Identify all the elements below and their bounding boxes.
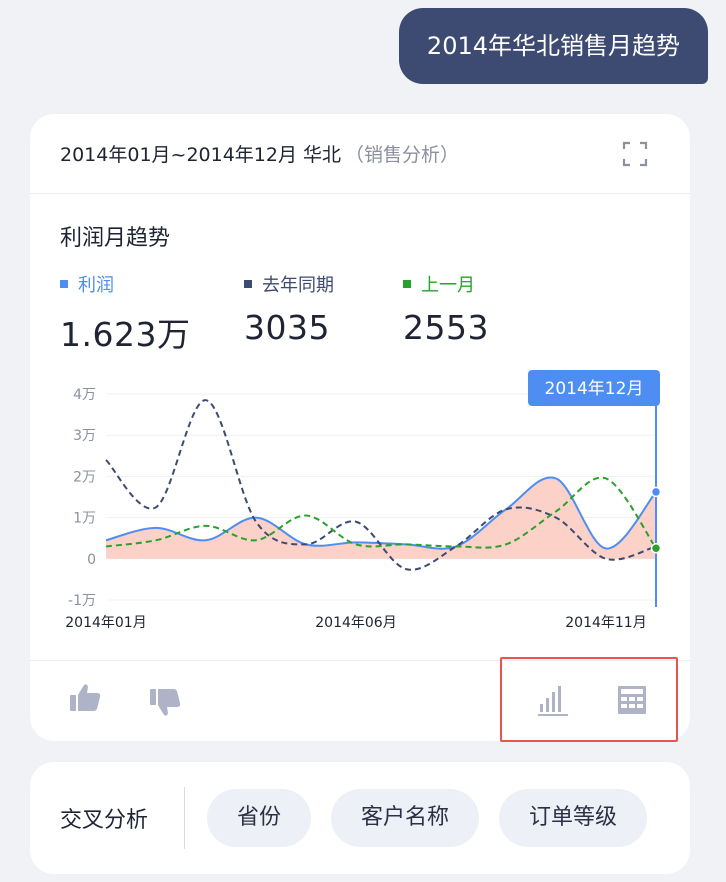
metric-value: 1.623万	[60, 315, 191, 354]
thumbs-up-icon[interactable]	[68, 681, 104, 717]
legend-dot-profit	[60, 280, 68, 288]
metric-label: 利润	[78, 275, 114, 296]
chip-province[interactable]: 省份	[207, 789, 312, 847]
y-tick-label: 2万	[73, 469, 96, 485]
x-tick-label: 2014年06月	[315, 615, 396, 631]
chip-order-level[interactable]: 订单等级	[499, 789, 648, 847]
trend-chart[interactable]: -1万 0 1万 2万 3万 4万 2014年01月 2014年06月 2014年11月 2014…	[30, 364, 690, 644]
result-card: 2014年01月~2014年12月 华北 （销售分析） 利润月趋势 利润 1.6…	[30, 114, 690, 741]
point-last-month-last	[650, 543, 662, 554]
tooltip-label: 2014年12月	[545, 379, 644, 399]
x-tick-label: 2014年11月	[565, 615, 646, 631]
y-tick-label: -1万	[68, 593, 96, 609]
y-tick-label: 1万	[73, 511, 96, 527]
metric-label: 上一月	[421, 275, 475, 296]
metric-profit: 利润 1.623万	[60, 272, 190, 356]
expand-icon[interactable]	[622, 141, 648, 167]
metric-label: 去年同期	[262, 275, 334, 296]
card-footer	[30, 660, 690, 741]
table-icon[interactable]	[614, 682, 650, 718]
legend-dot-last-month	[403, 280, 411, 288]
cross-analysis-title: 交叉分析	[60, 808, 149, 833]
card-header-title: 2014年01月~2014年12月 华北	[60, 144, 342, 166]
card-header-subtitle: （销售分析）	[345, 144, 460, 166]
metric-last-month: 上一月 2553	[403, 272, 489, 347]
y-tick-label: 3万	[73, 428, 96, 444]
divider	[184, 787, 185, 849]
query-bubble: 2014年华北销售月趋势	[398, 8, 708, 84]
y-tick-label: 4万	[73, 387, 96, 403]
bar-chart-icon[interactable]	[536, 682, 572, 718]
metric-value: 2553	[403, 308, 489, 347]
legend-dot-last-year	[244, 280, 252, 288]
card-header: 2014年01月~2014年12月 华北 （销售分析）	[30, 114, 690, 194]
section-title: 利润月趋势	[60, 226, 171, 251]
thumbs-down-icon[interactable]	[148, 685, 184, 721]
metric-value: 3035	[244, 308, 330, 347]
x-tick-label: 2014年01月	[65, 615, 146, 631]
cross-analysis-bar: 交叉分析 省份 客户名称 订单等级	[30, 762, 690, 874]
point-profit-last	[650, 486, 662, 498]
chip-customer-name[interactable]: 客户名称	[331, 789, 480, 847]
metric-last-year: 去年同期 3035	[244, 272, 334, 347]
y-tick-label: 0	[87, 552, 96, 568]
